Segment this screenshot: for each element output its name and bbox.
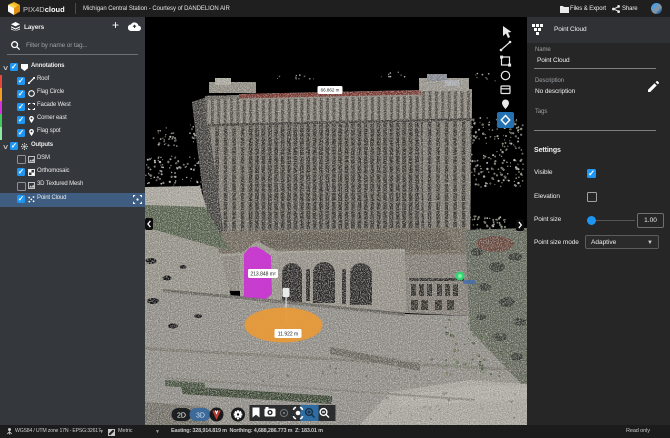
svg-text:11.922 m: 11.922 m bbox=[278, 331, 298, 337]
svg-text:2D: 2D bbox=[177, 413, 186, 420]
svg-text:3D: 3D bbox=[196, 413, 205, 420]
svg-text:213.848 m²: 213.848 m² bbox=[250, 271, 276, 277]
svg-text:66.862 m: 66.862 m bbox=[321, 88, 340, 93]
